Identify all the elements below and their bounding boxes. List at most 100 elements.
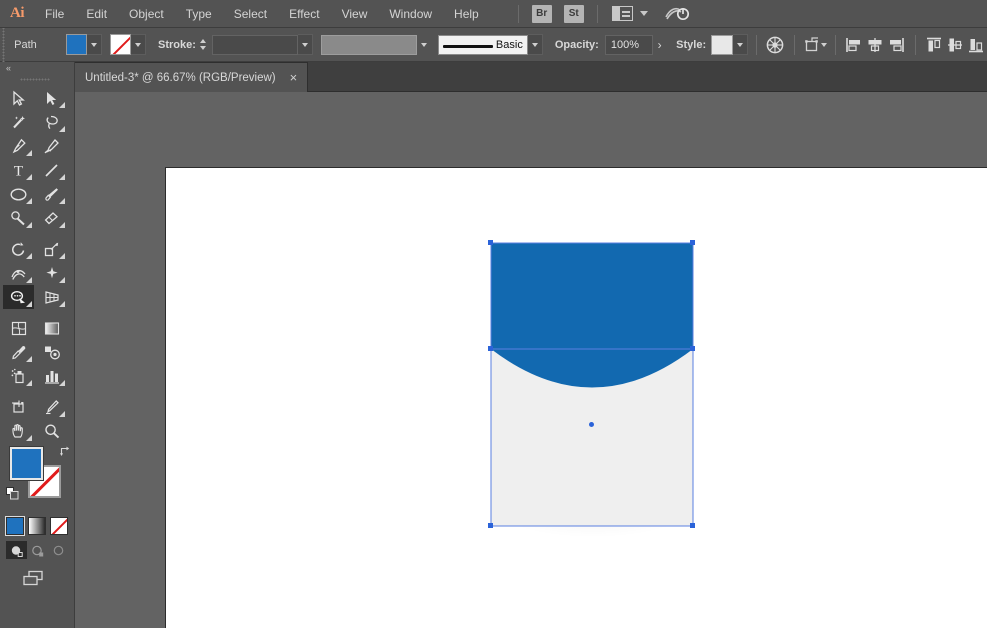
close-icon[interactable]: × [290, 71, 298, 84]
control-divider-2 [794, 35, 795, 55]
align-bottom-icon[interactable] [966, 32, 987, 58]
paintbrush-tool[interactable] [36, 182, 67, 206]
lasso-tool[interactable] [36, 110, 67, 134]
artboard[interactable] [165, 167, 987, 628]
menu-edit[interactable]: Edit [75, 0, 118, 28]
draw-behind-mode[interactable] [27, 541, 48, 559]
blend-tool[interactable] [36, 340, 67, 364]
artboard-tool[interactable] [3, 395, 34, 419]
menu-effect[interactable]: Effect [278, 0, 330, 28]
menubar-right-tools: Br St [512, 5, 690, 23]
pen-tool[interactable] [3, 134, 34, 158]
fill-control[interactable] [66, 34, 102, 55]
align-top-icon[interactable] [924, 32, 945, 58]
menu-select[interactable]: Select [223, 0, 278, 28]
shaper-tool[interactable] [3, 206, 34, 230]
document-tab-title: Untitled-3* @ 66.67% (RGB/Preview) [85, 72, 276, 84]
curvature-tool[interactable] [36, 134, 67, 158]
eyedropper-tool[interactable] [3, 340, 34, 364]
stroke-color-control[interactable] [110, 34, 146, 55]
selection-anchor-point-center[interactable] [589, 422, 594, 427]
default-fill-stroke-icon[interactable] [6, 487, 19, 500]
brush-definition-preview[interactable]: Basic [438, 35, 528, 55]
direct-selection-tool[interactable] [36, 86, 67, 110]
stroke-dropdown-button[interactable] [131, 34, 146, 55]
fill-dropdown-button[interactable] [87, 34, 102, 55]
menu-file[interactable]: File [34, 0, 75, 28]
brush-definition-group[interactable]: Basic [438, 34, 543, 55]
gradient-tool[interactable] [36, 316, 67, 340]
opacity-expand-icon[interactable]: › [653, 35, 666, 55]
stroke-weight-input[interactable] [212, 35, 298, 55]
arrange-documents-icon[interactable] [612, 6, 633, 21]
hand-tool[interactable] [3, 419, 34, 443]
canvas-area[interactable] [75, 92, 987, 628]
stroke-weight-field-group[interactable] [212, 34, 313, 55]
document-tab[interactable]: Untitled-3* @ 66.67% (RGB/Preview) × [75, 62, 308, 92]
magic-wand-tool[interactable] [3, 110, 34, 134]
transform-chevron-down-icon[interactable] [821, 43, 827, 47]
gradient-mode-button[interactable] [28, 517, 46, 535]
selection-handle-top-left[interactable] [488, 240, 493, 245]
perspective-grid-tool[interactable] [36, 285, 67, 309]
scale-tool[interactable] [36, 237, 67, 261]
toolbar-fill-swatch[interactable] [10, 447, 43, 480]
align-right-icon[interactable] [886, 32, 907, 58]
stroke-profile-dropdown-button[interactable] [417, 34, 432, 55]
shape-builder-tool[interactable] [3, 285, 34, 309]
selection-tool[interactable] [3, 86, 34, 110]
menu-type[interactable]: Type [175, 0, 223, 28]
bridge-icon[interactable]: Br [532, 5, 552, 23]
menu-help[interactable]: Help [443, 0, 490, 28]
rotate-tool[interactable] [3, 237, 34, 261]
collapse-panel-icon[interactable]: « [6, 63, 11, 73]
slice-tool[interactable] [36, 395, 67, 419]
drawing-mode-buttons [6, 541, 74, 559]
stroke-weight-stepper[interactable] [199, 35, 208, 55]
selection-handle-bottom-left[interactable] [488, 523, 493, 528]
graphic-style-group[interactable] [711, 34, 748, 55]
tools-panel-grip[interactable] [20, 75, 50, 86]
column-graph-tool[interactable] [36, 364, 67, 388]
workspace-switcher-icon[interactable] [664, 5, 690, 23]
swap-fill-stroke-icon[interactable] [59, 445, 72, 458]
align-left-icon[interactable] [844, 32, 865, 58]
stroke-weight-dropdown-button[interactable] [298, 34, 313, 55]
align-vertical-center-icon[interactable] [945, 32, 966, 58]
type-tool[interactable]: T [3, 158, 34, 182]
stock-icon[interactable]: St [564, 5, 584, 23]
ellipse-tool[interactable] [3, 182, 34, 206]
menu-object[interactable]: Object [118, 0, 175, 28]
fill-swatch[interactable] [66, 34, 87, 55]
selection-handle-mid-right[interactable] [690, 346, 695, 351]
stroke-profile-input[interactable] [321, 35, 417, 55]
draw-inside-mode[interactable] [48, 541, 69, 559]
width-tool[interactable] [3, 261, 34, 285]
symbol-sprayer-tool[interactable] [3, 364, 34, 388]
control-bar-grip[interactable] [0, 28, 8, 62]
align-horizontal-center-icon[interactable] [865, 32, 886, 58]
stroke-swatch-none[interactable] [110, 34, 131, 55]
mesh-tool[interactable] [3, 316, 34, 340]
selection-handle-top-right[interactable] [690, 240, 695, 245]
eraser-tool[interactable] [36, 206, 67, 230]
change-screen-mode-button[interactable] [0, 569, 70, 589]
selection-handle-bottom-right[interactable] [690, 523, 695, 528]
menu-view[interactable]: View [331, 0, 379, 28]
opacity-input[interactable]: 100% [605, 35, 653, 55]
menu-window[interactable]: Window [378, 0, 443, 28]
recolor-artwork-icon[interactable] [765, 32, 786, 58]
style-dropdown-button[interactable] [733, 34, 748, 55]
brush-dropdown-button[interactable] [528, 34, 543, 55]
tools-panel-header: « [0, 62, 74, 75]
none-mode-button[interactable] [50, 517, 68, 535]
line-segment-tool[interactable] [36, 158, 67, 182]
free-transform-tool[interactable] [36, 261, 67, 285]
selection-handle-mid-left[interactable] [488, 346, 493, 351]
chevron-down-icon[interactable] [640, 11, 648, 16]
zoom-tool[interactable] [36, 419, 67, 443]
stroke-profile-group[interactable] [321, 34, 432, 55]
draw-normal-mode[interactable] [6, 541, 27, 559]
graphic-style-swatch[interactable] [711, 35, 733, 55]
color-mode-button[interactable] [6, 517, 24, 535]
